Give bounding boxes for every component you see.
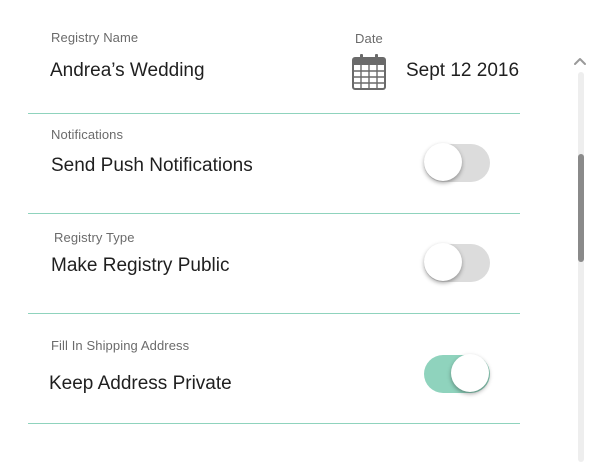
calendar-icon[interactable]: [352, 54, 386, 90]
shipping-address-label: Fill In Shipping Address: [51, 338, 190, 353]
keep-address-private-toggle[interactable]: [424, 354, 490, 394]
divider: [28, 213, 520, 214]
registry-name-value[interactable]: Andrea’s Wedding: [50, 60, 205, 82]
toggle-knob: [451, 354, 489, 392]
notifications-label: Notifications: [51, 127, 124, 142]
chevron-up-icon[interactable]: [572, 54, 588, 68]
divider: [28, 313, 520, 314]
date-label: Date: [355, 31, 383, 46]
toggle-knob: [424, 143, 462, 181]
date-value[interactable]: Sept 12 2016: [406, 60, 519, 82]
make-registry-public-title: Make Registry Public: [51, 255, 230, 276]
make-registry-public-toggle[interactable]: [424, 243, 490, 283]
scrollbar-thumb[interactable]: [578, 154, 584, 262]
send-push-notifications-toggle[interactable]: [424, 143, 490, 183]
divider: [28, 113, 520, 114]
toggle-knob: [424, 243, 462, 281]
send-push-notifications-title: Send Push Notifications: [51, 155, 253, 176]
registry-settings-page: Registry Name Andrea’s Wedding Date Sept…: [0, 0, 612, 462]
registry-name-label: Registry Name: [51, 30, 139, 45]
keep-address-private-title: Keep Address Private: [49, 373, 232, 394]
scrollbar-track[interactable]: [578, 72, 584, 462]
registry-type-label: Registry Type: [54, 230, 135, 245]
divider: [28, 423, 520, 424]
